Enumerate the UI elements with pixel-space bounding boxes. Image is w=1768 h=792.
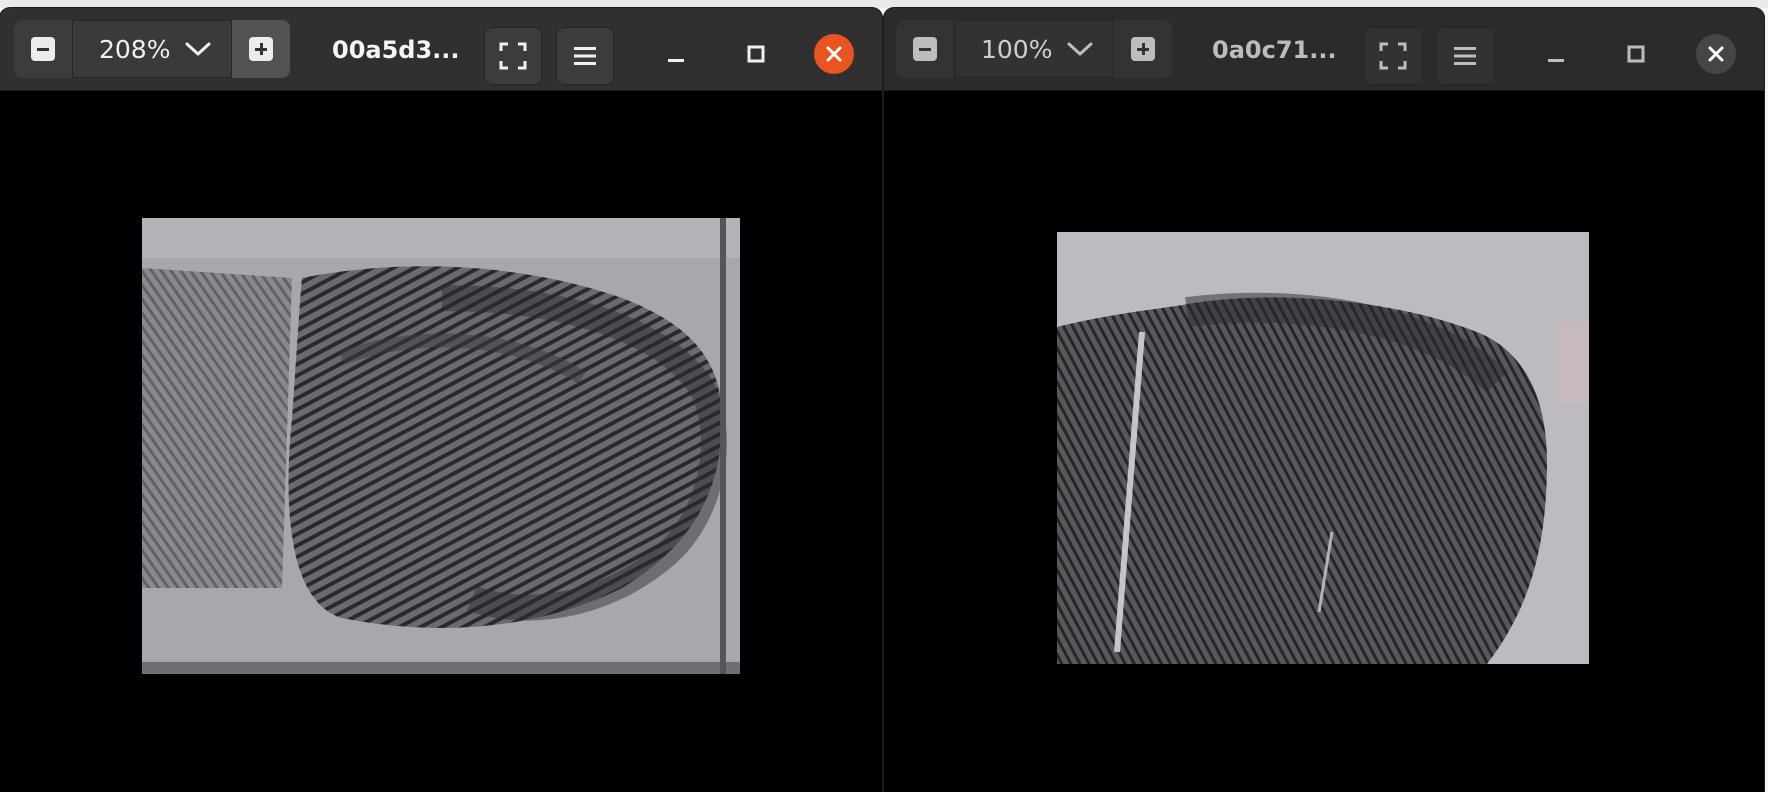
zoom-out-button[interactable] xyxy=(896,20,954,78)
image-canvas[interactable] xyxy=(884,91,1764,792)
minus-icon xyxy=(31,37,55,61)
minus-icon xyxy=(913,37,937,61)
background-tab-strip xyxy=(0,0,1768,8)
minimize-button[interactable] xyxy=(656,34,696,74)
zoom-control-group: 208% xyxy=(14,20,290,78)
close-icon xyxy=(1696,34,1736,74)
window-title: 00a5d3... xyxy=(332,36,460,64)
fullscreen-icon xyxy=(499,42,527,70)
plus-icon xyxy=(249,37,273,61)
zoom-in-button[interactable] xyxy=(1114,20,1172,78)
main-menu-button[interactable] xyxy=(556,27,614,85)
chevron-down-icon xyxy=(1067,42,1093,56)
maximize-button[interactable] xyxy=(736,34,776,74)
maximize-icon xyxy=(1627,45,1645,63)
image-viewer-window-1[interactable]: 208% 00a5d3... xyxy=(0,8,882,792)
zoom-level-label: 100% xyxy=(981,34,1053,64)
close-button[interactable] xyxy=(814,34,854,74)
maximize-icon xyxy=(747,45,765,63)
desktop: 208% 00a5d3... 100% 0a0c71... xyxy=(0,0,1768,792)
minimize-icon xyxy=(668,59,684,62)
plus-icon xyxy=(1131,37,1155,61)
zoom-out-button[interactable] xyxy=(14,20,72,78)
minimize-icon xyxy=(1548,59,1564,62)
close-button[interactable] xyxy=(1696,34,1736,74)
zoom-level-dropdown[interactable]: 208% xyxy=(73,20,231,78)
main-menu-button[interactable] xyxy=(1436,27,1494,85)
headerbar: 100% 0a0c71... xyxy=(884,8,1764,91)
zoom-level-dropdown[interactable]: 100% xyxy=(955,20,1113,78)
zoom-control-group: 100% xyxy=(896,20,1172,78)
window-title: 0a0c71... xyxy=(1212,36,1337,64)
close-icon xyxy=(814,34,854,74)
image-canvas[interactable] xyxy=(0,91,882,792)
zoom-in-button[interactable] xyxy=(232,20,290,78)
fullscreen-icon xyxy=(1379,42,1407,70)
minimize-button[interactable] xyxy=(1536,34,1576,74)
maximize-button[interactable] xyxy=(1616,34,1656,74)
chevron-down-icon xyxy=(185,42,211,56)
image-viewer-window-2[interactable]: 100% 0a0c71... xyxy=(884,8,1764,792)
fingerprint-image xyxy=(142,218,740,674)
headerbar: 208% 00a5d3... xyxy=(0,8,882,91)
hamburger-menu-icon xyxy=(574,47,596,65)
fingerprint-image xyxy=(1057,232,1589,664)
fullscreen-button[interactable] xyxy=(484,27,542,85)
hamburger-menu-icon xyxy=(1454,47,1476,65)
fullscreen-button[interactable] xyxy=(1364,27,1422,85)
zoom-level-label: 208% xyxy=(99,34,171,64)
